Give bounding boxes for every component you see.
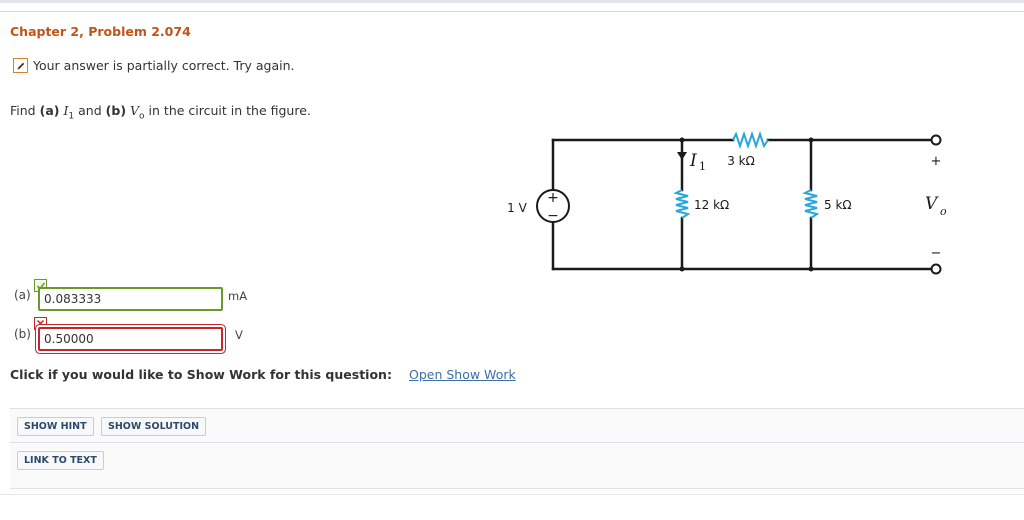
open-show-work-link[interactable]: Open Show Work [409,367,516,382]
show-work-prompt: Click if you would like to Show Work for… [10,367,392,382]
current-label: I [689,151,697,171]
source-label: 1 V [507,201,527,215]
vo-label: V [925,194,939,214]
show-solution-button[interactable]: SHOW SOLUTION [101,417,207,436]
answer-a-label: (a) [14,288,31,302]
help-panel: SHOW HINT SHOW SOLUTION LINK TO TEXT [10,408,1024,489]
answer-b-unit: V [235,328,243,342]
link-to-text-button[interactable]: LINK TO TEXT [17,451,104,470]
terminal-top [930,134,942,146]
resistor-3k [732,130,769,150]
vo-sub: o [940,205,947,218]
show-hint-button[interactable]: SHOW HINT [17,417,94,436]
resistor-3k-label: 3 kΩ [727,154,755,168]
answer-b-input[interactable] [38,327,223,351]
answer-a-unit: mA [228,289,248,303]
source-plus: + [547,190,559,206]
vo-minus: − [931,246,942,261]
current-arrow [677,152,687,160]
panel-divider [10,442,1024,443]
resistor-12k-label: 12 kΩ [694,198,729,212]
resistor-5k-label: 5 kΩ [824,198,852,212]
terminal-bottom [930,263,942,275]
resistor-12k [673,189,691,219]
vo-plus: + [931,154,942,169]
current-sub: 1 [699,160,706,173]
resistor-5k [802,189,820,219]
answer-b-label: (b) [14,327,31,341]
footer-border [0,494,1024,495]
circuit-diagram: + − 1 V 3 kΩ I 1 12 kΩ 5 kΩ + V o − [507,130,947,275]
source-minus: − [547,208,559,224]
answer-a-input[interactable] [38,287,223,311]
